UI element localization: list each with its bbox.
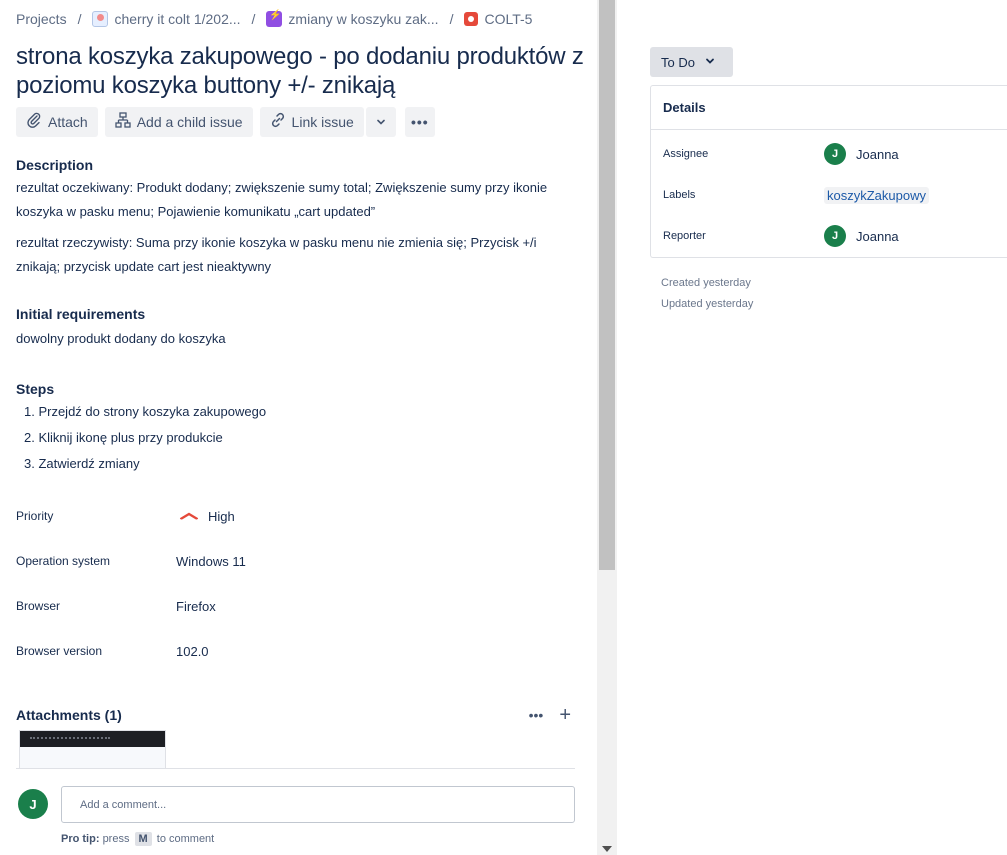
attachments-add-button[interactable]: + [559,704,571,727]
details-header[interactable]: Details [651,86,1007,130]
chevron-down-icon [705,56,715,69]
initial-requirements-label: Initial requirements [16,306,146,322]
pro-tip-press: press [102,833,130,845]
browser-label: Browser [16,599,61,613]
epic-icon [266,10,283,27]
attach-button[interactable]: Attach [16,107,98,137]
link-issue-dropdown-button[interactable] [365,107,396,137]
pro-tip-rest: to comment [156,833,215,845]
add-child-issue-button[interactable]: Add a child issue [104,107,253,137]
breadcrumb-project-link[interactable]: cherry it colt 1/202... [114,11,240,27]
pro-tip: Pro tip: press M to comment [61,832,214,846]
priority-label: Priority [16,509,54,523]
reporter-field[interactable]: Reporter J Joanna [663,224,1003,248]
breadcrumb-epic-link[interactable]: zmiany w koszyku zak... [288,11,438,27]
thumbnail-preview-menu [30,737,110,739]
pro-tip-label: Pro tip: [61,833,100,845]
more-actions-button[interactable]: ••• [404,107,435,137]
issue-toolbar: Attach Add a child issue Link issue ••• [16,107,442,137]
priority-value-wrap: High [176,508,235,524]
operation-system-value: Windows 11 [176,553,246,569]
list-item: 2. Kliknij ikonę plus przy produkcie [24,430,223,445]
project-avatar-icon [92,11,109,27]
labels-value: koszykZakupowy [824,186,929,204]
assignee-label: Assignee [663,148,709,160]
operation-system-label: Operation system [16,554,111,568]
priority-high-icon [179,508,200,524]
priority-value: High [208,508,235,524]
browser-field[interactable]: Browser Firefox [16,596,576,616]
attachments-actions: ••• + [529,704,571,727]
link-icon [270,112,286,133]
list-item: 1. Przejdź do strony koszyka zakupowego [24,404,267,419]
steps-label: Steps [16,381,55,397]
issue-sidebar: To Do Details Assignee J Joanna Labels k… [617,0,1007,855]
breadcrumb-separator: / [449,11,454,27]
add-child-label: Add a child issue [136,114,243,130]
link-issue-split-button: Link issue [259,107,398,137]
thumbnail-preview [20,731,165,747]
comment-area: J Pro tip: press M to comment [16,768,575,855]
labels-field[interactable]: Labels koszykZakupowy [663,183,1003,207]
description-expected[interactable]: rezultat oczekiwany: Produkt dodany; zwi… [16,176,561,224]
breadcrumb: Projects / cherry it colt 1/202... / zmi… [16,10,532,28]
reporter-value: J Joanna [824,225,899,247]
description-label: Description [16,157,94,173]
details-panel: Details Assignee J Joanna Labels koszykZ… [650,85,1007,258]
breadcrumb-separator: / [77,11,82,27]
browser-version-label: Browser version [16,644,103,658]
priority-field[interactable]: Priority High [16,506,576,526]
scrollbar-thumb[interactable] [599,0,615,570]
attachment-thumbnail[interactable] [19,730,166,770]
avatar: J [18,789,48,819]
labels-label: Labels [663,189,696,201]
breadcrumb-issue-key-link[interactable]: COLT-5 [484,11,532,27]
assignee-value: J Joanna [824,143,899,165]
browser-version-field[interactable]: Browser version 102.0 [16,641,576,661]
issue-main-panel: Projects / cherry it colt 1/202... / zmi… [0,0,597,855]
attachments-more-button[interactable]: ••• [529,707,544,723]
avatar: J [824,225,846,247]
scroll-down-arrow-icon[interactable] [602,846,612,852]
breadcrumb-projects-link[interactable]: Projects [16,11,67,27]
description-actual[interactable]: rezultat rzeczywisty: Suma przy ikonie k… [16,231,561,279]
more-icon: ••• [410,114,429,130]
browser-value: Firefox [176,598,216,614]
attach-label: Attach [48,114,88,130]
link-issue-label: Link issue [291,114,354,130]
list-item: 3. Zatwierdź zmiany [24,456,140,471]
operation-system-field[interactable]: Operation system Windows 11 [16,551,576,571]
avatar: J [824,143,846,165]
created-timestamp: Created yesterday [661,277,751,289]
attachments-title: Attachments (1) [16,707,122,723]
status-dropdown-button[interactable]: To Do [650,47,733,77]
updated-timestamp: Updated yesterday [661,298,754,310]
issue-title[interactable]: strona koszyka zakupowego - po dodaniu p… [16,42,586,100]
bug-icon [464,12,479,26]
attachments-header: Attachments (1) ••• + [16,704,576,727]
breadcrumb-separator: / [251,11,256,27]
browser-version-value: 102.0 [176,643,209,659]
steps-list[interactable]: 1. Przejdź do strony koszyka zakupowego … [24,400,266,478]
label-chip[interactable]: koszykZakupowy [824,186,929,204]
chevron-down-icon [376,114,386,130]
paperclip-icon [26,112,42,133]
reporter-label: Reporter [663,230,706,242]
hierarchy-icon [115,111,131,133]
reporter-name: Joanna [856,228,899,244]
assignee-field[interactable]: Assignee J Joanna [663,142,1003,166]
initial-requirements-text[interactable]: dowolny produkt dodany do koszyka [16,327,561,351]
keyboard-shortcut-key: M [134,832,152,846]
status-label: To Do [661,54,695,70]
comment-input[interactable] [61,786,575,823]
link-issue-button[interactable]: Link issue [259,107,364,137]
vertical-scrollbar[interactable] [597,0,617,855]
assignee-name: Joanna [856,146,899,162]
